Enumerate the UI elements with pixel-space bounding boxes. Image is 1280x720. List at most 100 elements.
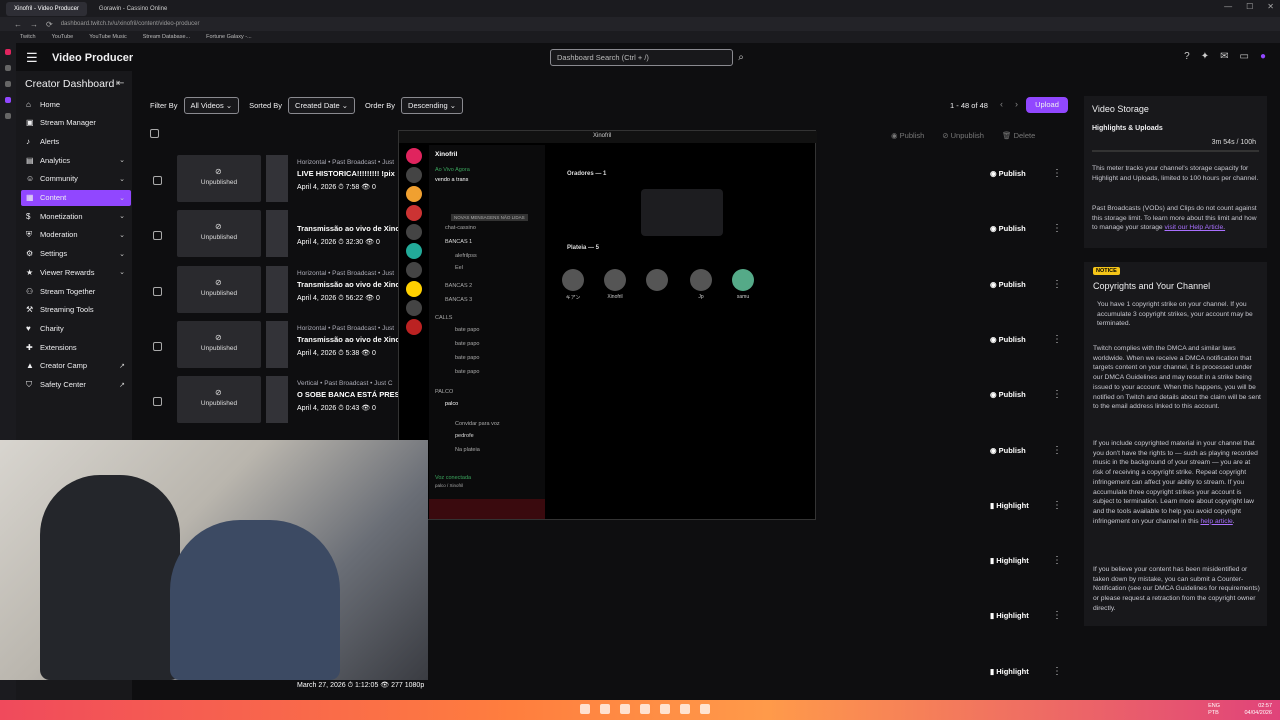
bookmark-fortune-galaxy[interactable]: Fortune Galaxy -... — [206, 34, 252, 40]
collapse-sidebar-icon[interactable]: ⇤ — [116, 78, 124, 89]
video-thumbnail[interactable]: ⊘ Unpublished — [177, 376, 261, 424]
highlight-button[interactable]: ▮ Highlight — [990, 611, 1029, 620]
audience-member[interactable]: Xinofril — [603, 269, 627, 300]
publish-button[interactable]: ◉ Publish — [990, 169, 1026, 178]
filter-by-select[interactable]: All Videos ⌄ — [183, 97, 240, 114]
audience-member[interactable] — [645, 269, 669, 294]
bulk-publish-button[interactable]: ◉ Publish — [891, 131, 924, 140]
bookmark-stream-database[interactable]: Stream Database... — [143, 34, 190, 40]
visibility-icon[interactable] — [266, 265, 288, 313]
start-icon[interactable] — [580, 704, 590, 714]
explorer-icon[interactable] — [600, 704, 610, 714]
speaker-card[interactable] — [641, 189, 723, 236]
channel-bate-papo[interactable]: bate papo — [455, 341, 479, 347]
server-icon[interactable] — [406, 262, 422, 278]
publish-button[interactable]: ◉ Publish — [990, 280, 1026, 289]
sidebar-item-charity[interactable]: ♥ Charity — [21, 320, 131, 336]
video-thumbnail[interactable]: ⊘ Unpublished — [177, 210, 261, 258]
highlight-button[interactable]: ▮ Highlight — [990, 556, 1029, 565]
more-options-icon[interactable]: ⋮ — [1052, 666, 1062, 677]
bulk-unpublish-button[interactable]: ⊘ Unpublish — [942, 131, 984, 140]
app-icon[interactable] — [640, 704, 650, 714]
visibility-icon[interactable] — [266, 376, 288, 424]
channel-bancas-2[interactable]: BANCAS 2 — [445, 283, 472, 289]
publish-button[interactable]: ◉ Publish — [990, 335, 1026, 344]
sidebar-item-moderation[interactable]: ⛨ Moderation ⌄ — [21, 227, 131, 243]
inbox-icon[interactable]: ✉ — [1220, 51, 1228, 62]
video-title[interactable]: O SOBE BANCA ESTÁ PRESE — [297, 390, 407, 399]
sidebar-item-streaming-tools[interactable]: ⚒ Streaming Tools — [21, 302, 131, 318]
sidebar-item-alerts[interactable]: ♪ Alerts — [21, 133, 131, 149]
bookmark-youtube[interactable]: YouTube — [52, 34, 74, 40]
sidebar-item-safety-center[interactable]: ⛉ Safety Center ↗ — [21, 377, 131, 393]
publish-button[interactable]: ◉ Publish — [990, 224, 1026, 233]
more-options-icon[interactable]: ⋮ — [1052, 168, 1062, 179]
server-icon[interactable] — [406, 148, 422, 164]
server-icon[interactable] — [406, 243, 422, 259]
prev-page-icon[interactable]: ‹ — [1000, 99, 1003, 109]
whisper-icon[interactable]: ▭ — [1240, 51, 1249, 62]
app-icon[interactable] — [660, 704, 670, 714]
server-icon[interactable] — [406, 224, 422, 240]
video-title[interactable]: Transmissão ao vivo de Xino — [297, 224, 407, 233]
avatar[interactable]: ● — [1260, 51, 1266, 62]
video-thumbnail[interactable]: ⊘ Unpublished — [177, 155, 261, 202]
more-options-icon[interactable]: ⋮ — [1052, 500, 1062, 511]
discord-server-name[interactable]: Xinofril — [435, 151, 457, 158]
sidebar-item-creator-camp[interactable]: ▲ Creator Camp ↗ — [21, 358, 131, 374]
sidebar-item-monetization[interactable]: $ Monetization ⌄ — [21, 208, 131, 224]
sidebar-item-home[interactable]: ⌂ Home — [21, 96, 131, 112]
sidebar-item-settings[interactable]: ⚙ Settings ⌄ — [21, 246, 131, 262]
channel-bancas-1[interactable]: BANCAS 1 — [445, 239, 472, 245]
more-options-icon[interactable]: ⋮ — [1052, 223, 1062, 234]
app-icon[interactable] — [5, 113, 11, 119]
category-palco[interactable]: PALCO — [435, 389, 453, 395]
sidebar-item-stream-manager[interactable]: ▣ Stream Manager — [21, 115, 131, 131]
highlight-button[interactable]: ▮ Highlight — [990, 501, 1029, 510]
audience-member[interactable]: キアン — [561, 269, 585, 301]
sidebar-item-viewer-rewards[interactable]: ★ Viewer Rewards ⌄ — [21, 264, 131, 280]
visibility-icon[interactable] — [266, 155, 288, 202]
sidebar-item-extensions[interactable]: ✚ Extensions — [21, 339, 131, 355]
close-icon[interactable]: ✕ — [1267, 2, 1274, 11]
channel-palco[interactable]: palco — [445, 401, 458, 407]
sidebar-item-analytics[interactable]: ▤ Analytics ⌄ — [21, 152, 131, 168]
channel-bate-papo[interactable]: bate papo — [455, 327, 479, 333]
more-options-icon[interactable]: ⋮ — [1052, 334, 1062, 345]
back-icon[interactable]: ← — [14, 20, 22, 29]
discord-icon[interactable] — [680, 704, 690, 714]
row-checkbox[interactable] — [153, 231, 162, 241]
storage-help-link[interactable]: visit our Help Article. — [1165, 224, 1226, 231]
browser-tab-video-producer[interactable]: Xinofril - Video Producer — [6, 1, 87, 16]
row-checkbox[interactable] — [153, 176, 162, 185]
row-checkbox[interactable] — [153, 341, 162, 351]
channel-bancas-3[interactable]: BANCAS 3 — [445, 297, 472, 303]
sidebar-item-community[interactable]: ☺ Community ⌄ — [21, 171, 131, 187]
help-icon[interactable]: ? — [1184, 51, 1190, 62]
app-icon[interactable] — [700, 704, 710, 714]
publish-button[interactable]: ◉ Publish — [990, 390, 1026, 399]
publish-button[interactable]: ◉ Publish — [990, 446, 1026, 455]
visibility-icon[interactable] — [266, 320, 288, 368]
search-icon[interactable]: ⌕ — [734, 49, 748, 66]
browser-tab-gorawin[interactable]: Gorawin - Cassino Online — [91, 2, 175, 16]
upload-button[interactable]: Upload — [1026, 97, 1068, 113]
bulk-delete-button[interactable]: 🗑 Delete — [1002, 131, 1035, 140]
video-title[interactable]: Transmissão ao vivo de Xino — [297, 335, 407, 344]
more-options-icon[interactable]: ⋮ — [1052, 445, 1062, 456]
server-icon[interactable] — [406, 281, 422, 297]
server-icon[interactable] — [406, 205, 422, 221]
minimize-icon[interactable]: — — [1224, 2, 1232, 11]
url-field[interactable]: dashboard.twitch.tv/u/xinofril/content/v… — [61, 21, 200, 27]
visibility-icon[interactable] — [266, 210, 288, 258]
app-icon[interactable] — [5, 65, 11, 71]
more-options-icon[interactable]: ⋮ — [1052, 610, 1062, 621]
audience-member[interactable]: samu — [731, 269, 755, 300]
maximize-icon[interactable]: ☐ — [1246, 2, 1253, 11]
category-calls[interactable]: CALLS — [435, 315, 452, 321]
server-icon[interactable] — [406, 319, 422, 335]
video-title[interactable]: LIVE HISTORICA!!!!!!!!! !pix — [297, 169, 407, 178]
server-icon[interactable] — [406, 167, 422, 183]
server-icon[interactable] — [406, 300, 422, 316]
video-thumbnail[interactable]: ⊘ Unpublished — [177, 265, 261, 313]
